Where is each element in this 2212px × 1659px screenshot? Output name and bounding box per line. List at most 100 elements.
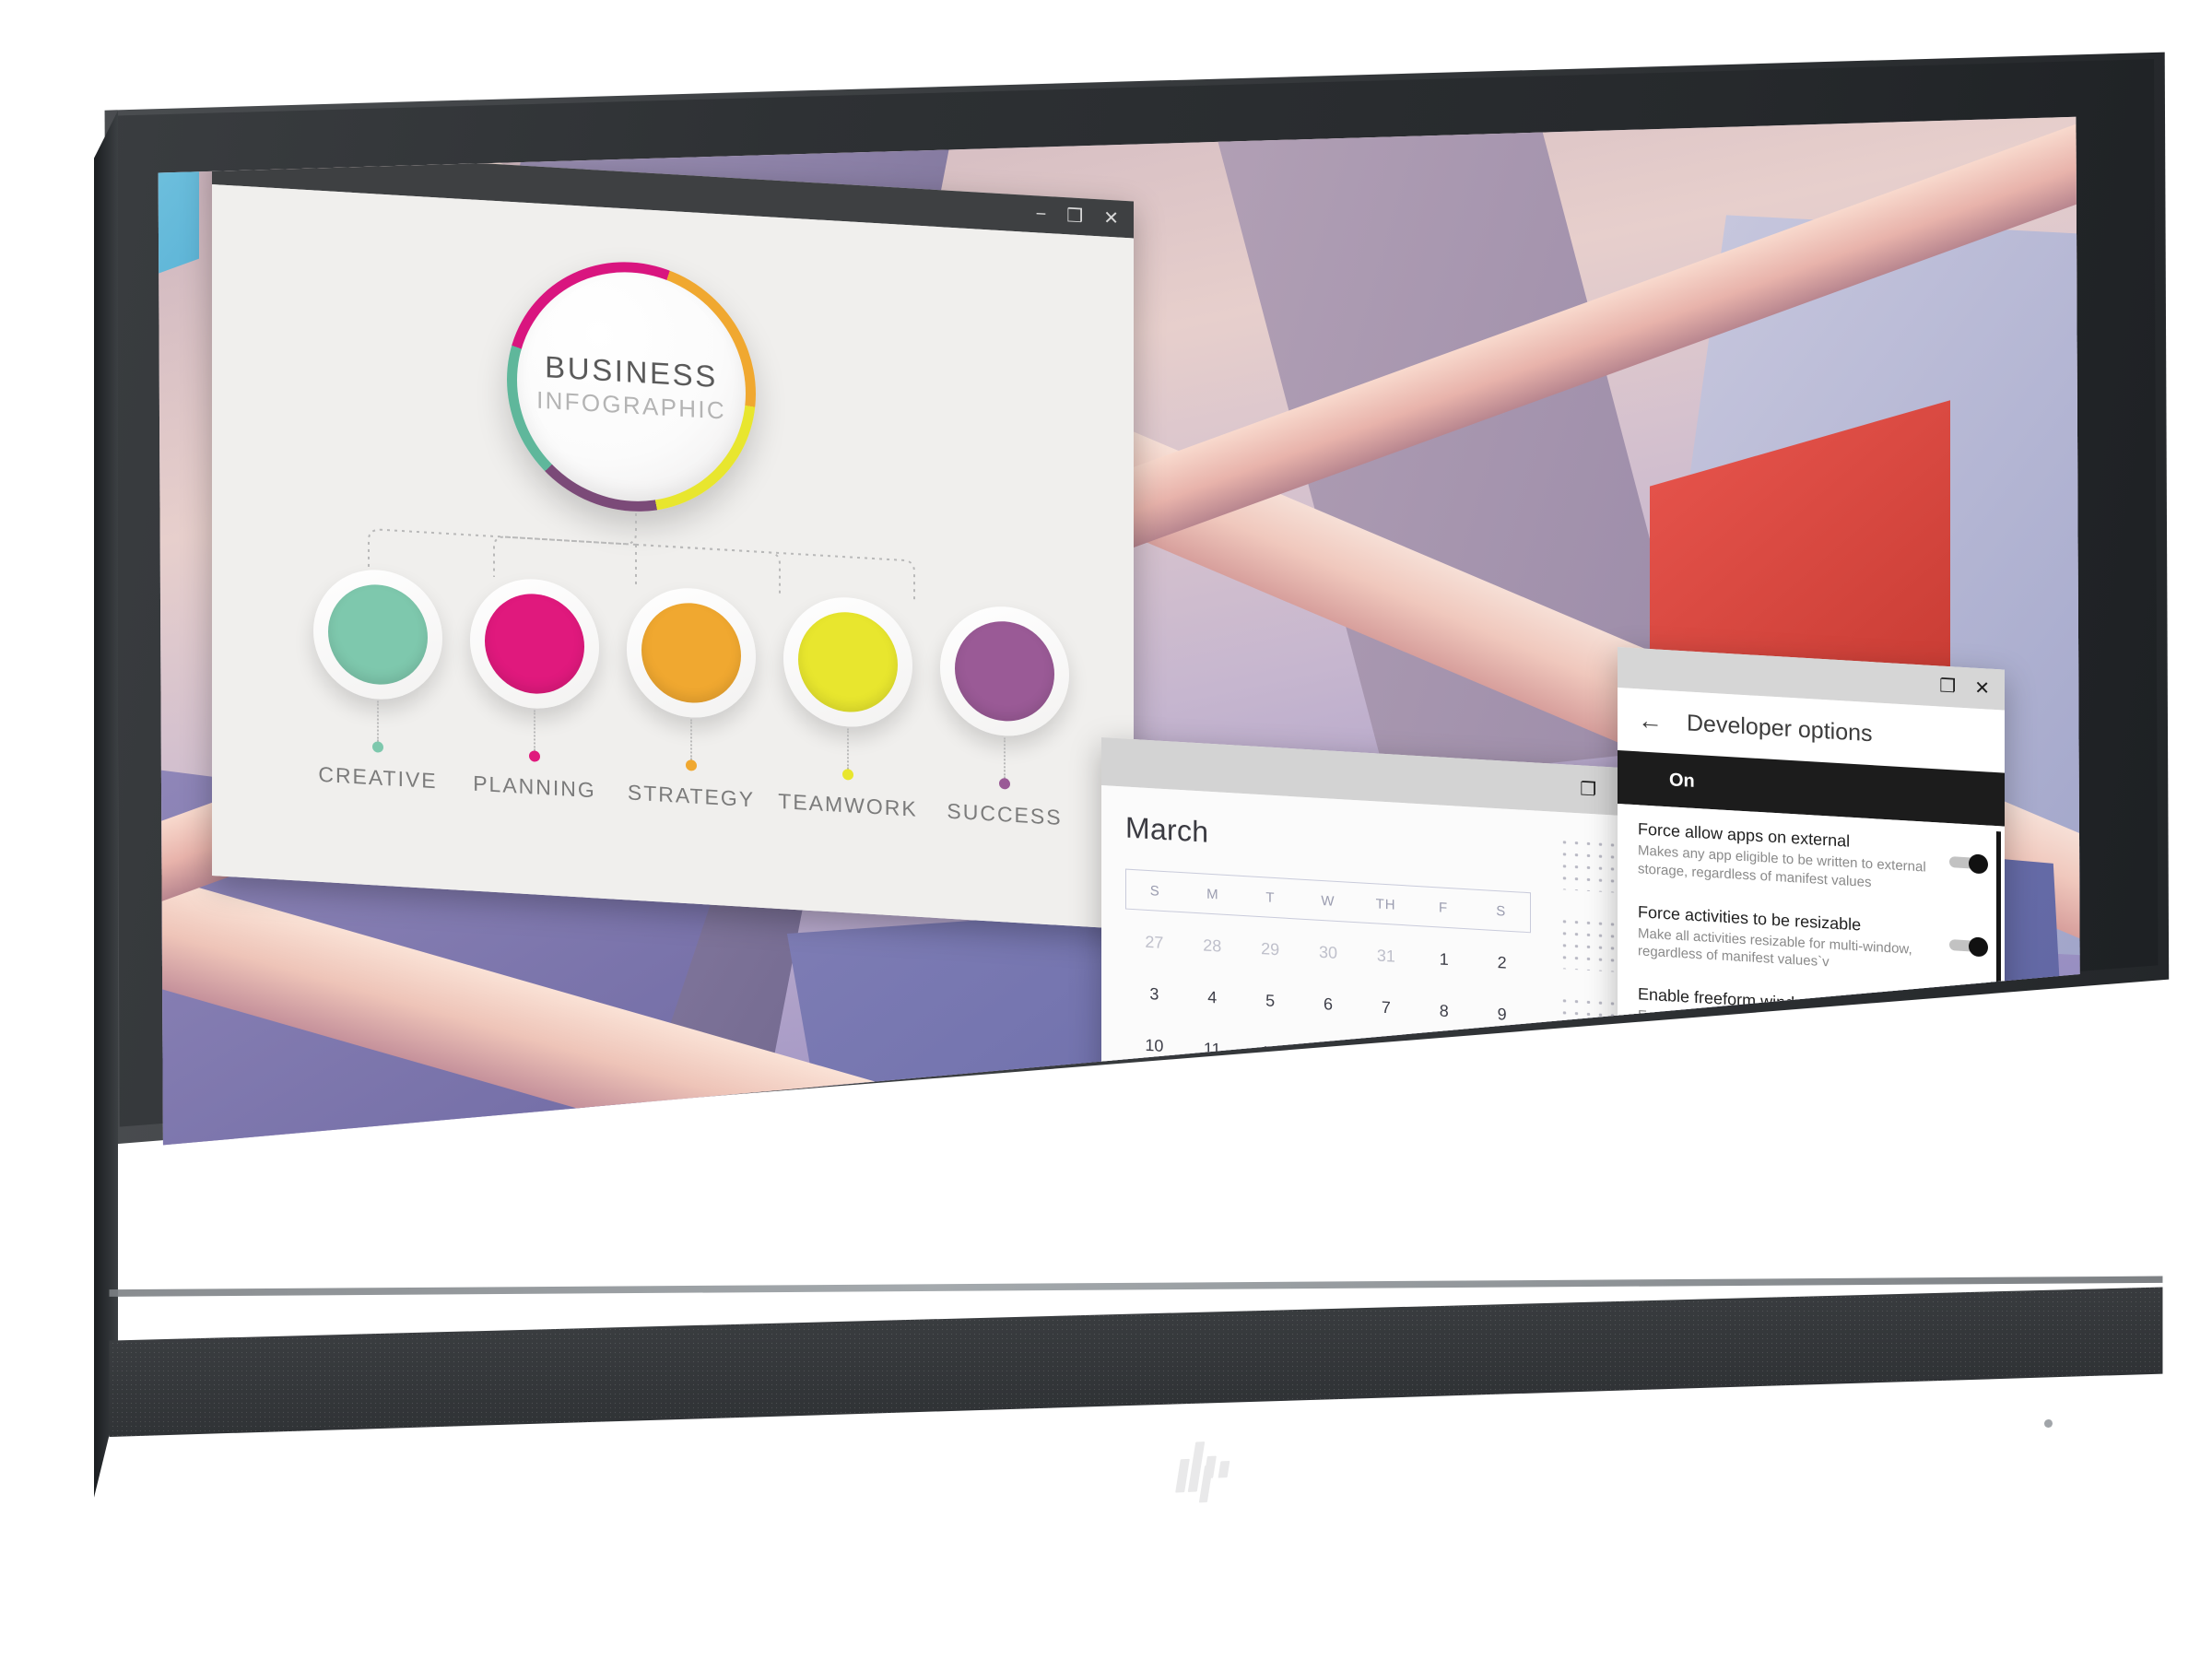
calendar-day-cell[interactable]: 30 xyxy=(1415,1138,1473,1145)
node-disc-teamwork xyxy=(798,609,898,715)
wallpaper-shard xyxy=(624,1134,875,1146)
calendar-day-cell[interactable]: 27 xyxy=(1241,1128,1300,1146)
calendar-day-cell[interactable]: 13 xyxy=(1300,1029,1358,1084)
calendar-day-cell[interactable]: 28 xyxy=(1183,918,1241,973)
dot-grid-icon xyxy=(1559,1153,1643,1211)
calendar-day-cell[interactable]: 19 xyxy=(1241,1077,1300,1132)
close-icon[interactable]: ✕ xyxy=(1974,678,1990,700)
calendar-day-cell[interactable]: 18 xyxy=(1183,1073,1241,1128)
dot-grid-icon xyxy=(1559,1074,1643,1133)
node-dot xyxy=(999,777,1010,790)
calendar-day-cell[interactable]: 28 xyxy=(1300,1132,1358,1146)
calendar-body: March S M T W TH F S 27 28 29 30 31 1 2 3 4 5 6 7 8 9 10 11 12… xyxy=(1101,785,1654,1211)
close-icon[interactable]: ✕ xyxy=(1103,208,1119,229)
monitor-chin xyxy=(109,1287,2163,1437)
calendar-month-label: March xyxy=(1125,810,1209,849)
infographic-node[interactable]: CREATIVE xyxy=(313,566,442,793)
calendar-day-cell[interactable]: 22 xyxy=(1357,1083,1415,1138)
maximize-icon[interactable]: ❒ xyxy=(1066,206,1083,227)
toggle-knob xyxy=(1969,1018,1988,1040)
calendar-weekday-6: S xyxy=(1496,902,1507,920)
node-dot xyxy=(842,769,853,781)
hp-bar xyxy=(1218,1460,1230,1478)
master-toggle-state: On xyxy=(1669,769,1695,792)
calendar-weekday-5: F xyxy=(1439,899,1449,916)
calendar-day-cell[interactable]: 30 xyxy=(1300,925,1358,981)
developer-option-row[interactable]: Force desktop mode Force experimental des… xyxy=(1618,1052,2005,1138)
infographic-node[interactable]: TEAMWORK xyxy=(778,594,918,821)
node-disc-creative xyxy=(328,582,428,688)
calendar-day-cell[interactable]: 2 xyxy=(1473,935,1531,991)
calendar-day-cell[interactable]: 26 xyxy=(1183,1124,1241,1145)
calendar-day-cell[interactable]: 1 xyxy=(1415,932,1473,987)
hp-monitor: − ❒ ✕ BUSINESS INFOGRAPHIC CREATIVE PLAN… xyxy=(0,0,2212,1659)
calendar-day-cell[interactable]: 20 xyxy=(1300,1080,1358,1135)
infographic-window[interactable]: − ❒ ✕ BUSINESS INFOGRAPHIC CREATIVE PLAN… xyxy=(212,147,1134,930)
restore-icon[interactable]: ❐ xyxy=(1939,676,1956,697)
infographic-canvas: BUSINESS INFOGRAPHIC CREATIVE PLANNING S… xyxy=(212,184,1134,930)
calendar-day-cell[interactable]: 29 xyxy=(1241,922,1300,977)
minimize-icon[interactable]: − xyxy=(1036,204,1047,225)
developer-option-description: Force experimental destop mode on xyxy=(1638,1090,1860,1120)
calendar-weekday-1: M xyxy=(1206,886,1219,902)
developer-options-scrollbar[interactable] xyxy=(1996,831,2001,1063)
infographic-node[interactable]: STRATEGY xyxy=(627,584,756,811)
developer-option-toggle[interactable] xyxy=(1949,1100,1988,1123)
infographic-node[interactable]: PLANNING xyxy=(470,575,599,802)
node-disc-strategy xyxy=(641,600,741,706)
developer-option-toggle[interactable] xyxy=(1949,935,1988,958)
calendar-day-cell[interactable]: 7 xyxy=(1357,980,1415,1035)
calendar-day-cell[interactable]: 24 xyxy=(1473,1090,1531,1146)
calendar-day-cell[interactable]: 31 xyxy=(1473,1142,1531,1146)
screenshot-root: − ❒ ✕ BUSINESS INFOGRAPHIC CREATIVE PLAN… xyxy=(0,0,2212,1659)
node-stem xyxy=(690,719,692,760)
node-label-success: SUCCESS xyxy=(947,798,1063,830)
calendar-day-cell[interactable]: 15 xyxy=(1415,1035,1473,1090)
hp-bar xyxy=(1198,1465,1214,1503)
calendar-day-cell[interactable]: 29 xyxy=(1357,1135,1415,1145)
developer-option-texts: Force allow apps on external Makes any ap… xyxy=(1638,819,1940,896)
calendar-weekday-3: W xyxy=(1321,892,1335,910)
hp-logo-icon xyxy=(1172,1432,1242,1503)
node-dot xyxy=(686,759,697,771)
node-dot xyxy=(529,750,540,762)
calendar-day-cell[interactable]: 23 xyxy=(1415,1087,1473,1142)
power-led-icon[interactable] xyxy=(2044,1418,2053,1429)
node-disc-success xyxy=(955,618,1054,724)
page-title: Developer options xyxy=(1687,709,1873,747)
calendar-day-cell[interactable]: 27 xyxy=(1125,915,1183,971)
calendar-window[interactable]: ❐ ✕ March SMTWTHFS 272829303112345678910… xyxy=(1101,737,1654,1211)
calendar-weekday-0: S xyxy=(1149,882,1160,900)
infographic-hub: BUSINESS INFOGRAPHIC xyxy=(507,254,756,519)
chin-texture xyxy=(109,1287,2163,1437)
developer-option-toggle[interactable] xyxy=(1949,1018,1988,1040)
calendar-day-cell[interactable]: 11 xyxy=(1183,1021,1241,1077)
calendar-day-cell[interactable]: 17 xyxy=(1125,1070,1183,1125)
node-dot xyxy=(372,741,383,753)
toggle-knob xyxy=(1969,1101,1988,1123)
infographic-node-row: CREATIVE PLANNING STRATEGY TEAMWORK SUCC… xyxy=(313,566,1134,830)
calendar-day-cell[interactable]: 6 xyxy=(1300,977,1358,1032)
developer-option-texts: Force desktop mode Force experimental des… xyxy=(1638,1067,1940,1125)
developer-option-texts: Force activities to be resizable Make all… xyxy=(1638,902,1940,979)
toggle-track xyxy=(1949,1021,1977,1035)
calendar-day-cell[interactable]: 5 xyxy=(1241,973,1300,1029)
developer-option-title: Force desktop mode xyxy=(1638,1067,1790,1095)
calendar-day-cell[interactable]: 31 xyxy=(1357,928,1415,983)
developer-option-toggle[interactable] xyxy=(1949,853,1988,875)
restore-icon[interactable]: ❐ xyxy=(1580,779,1596,800)
infographic-node[interactable]: SUCCESS xyxy=(940,603,1069,830)
calendar-day-cell[interactable]: 25 xyxy=(1125,1122,1183,1145)
wallpaper-shard xyxy=(1974,973,2080,1146)
calendar-day-cell[interactable]: 16 xyxy=(1473,1039,1531,1094)
calendar-day-cell[interactable]: 3 xyxy=(1125,967,1183,1022)
calendar-day-cell[interactable]: 10 xyxy=(1125,1018,1183,1074)
calendar-day-cell[interactable]: 4 xyxy=(1183,970,1241,1025)
node-stem xyxy=(377,700,379,742)
developer-options-window[interactable]: ❐ ✕ ← Developer options On Force allow a… xyxy=(1618,647,2005,1146)
toggle-track xyxy=(1949,1103,1977,1117)
toggle-knob xyxy=(1969,853,1988,875)
toggle-knob xyxy=(1969,935,1988,958)
back-arrow-icon[interactable]: ← xyxy=(1638,706,1663,735)
node-stem xyxy=(1004,737,1006,779)
